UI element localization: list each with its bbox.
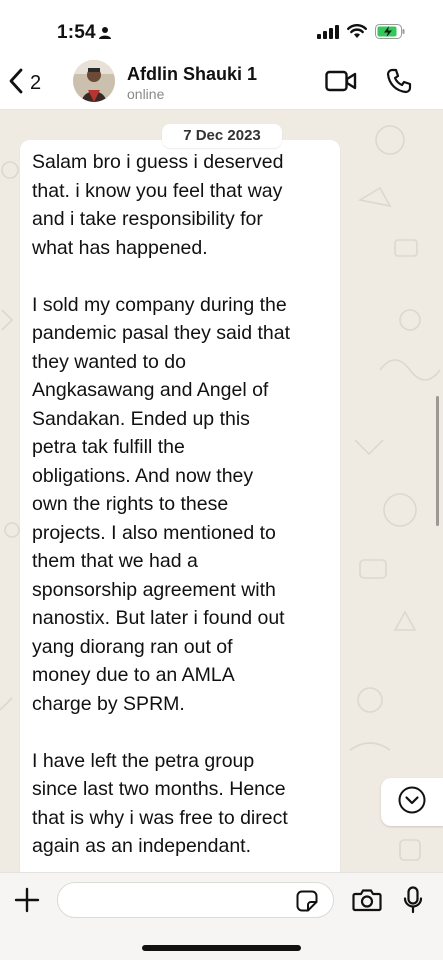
home-indicator[interactable]	[142, 945, 301, 951]
date-chip: 7 Dec 2023	[162, 124, 282, 148]
microphone-icon	[403, 886, 423, 918]
chat-header: 2 Afdlin Shauki 1 online	[0, 58, 443, 110]
voice-call-button[interactable]	[386, 68, 412, 99]
video-call-button[interactable]	[325, 70, 357, 97]
camera-button[interactable]	[352, 888, 382, 917]
camera-icon	[352, 889, 382, 916]
attach-button[interactable]	[14, 887, 40, 918]
contact-name[interactable]: Afdlin Shauki 1	[127, 64, 257, 85]
cellular-signal-icon	[317, 24, 339, 44]
status-bar: 1:54	[0, 0, 443, 58]
avatar[interactable]	[73, 60, 115, 102]
chevron-left-icon	[8, 68, 24, 99]
message-paragraph: I have left the petra group since last t…	[32, 749, 288, 858]
chat-area[interactable]: Salam bro i guess i deserved that. i kno…	[0, 110, 443, 872]
scroll-to-bottom-button[interactable]	[381, 778, 443, 826]
sticker-icon	[296, 890, 318, 916]
back-button[interactable]: 2	[8, 68, 41, 99]
battery-charging-icon	[375, 24, 405, 44]
status-icons	[317, 24, 405, 44]
person-icon	[98, 26, 112, 45]
message-input[interactable]	[57, 882, 334, 918]
phone-icon	[386, 68, 412, 98]
wifi-icon	[347, 24, 367, 44]
scrollbar[interactable]	[436, 396, 439, 526]
unread-count: 2	[30, 72, 42, 94]
input-bar	[0, 872, 443, 960]
sticker-button[interactable]	[296, 890, 318, 917]
status-time: 1:54	[57, 22, 96, 43]
microphone-button[interactable]	[403, 886, 423, 919]
contact-status: online	[127, 86, 165, 102]
chevron-down-circle-icon	[397, 785, 427, 820]
message-paragraph: I sold my company during the pandemic pa…	[32, 293, 290, 715]
message-paragraph: Salam bro i guess i deserved that. i kno…	[32, 151, 284, 259]
video-camera-icon	[325, 70, 357, 96]
message-bubble[interactable]: Salam bro i guess i deserved that. i kno…	[20, 140, 340, 872]
plus-icon	[14, 887, 40, 917]
